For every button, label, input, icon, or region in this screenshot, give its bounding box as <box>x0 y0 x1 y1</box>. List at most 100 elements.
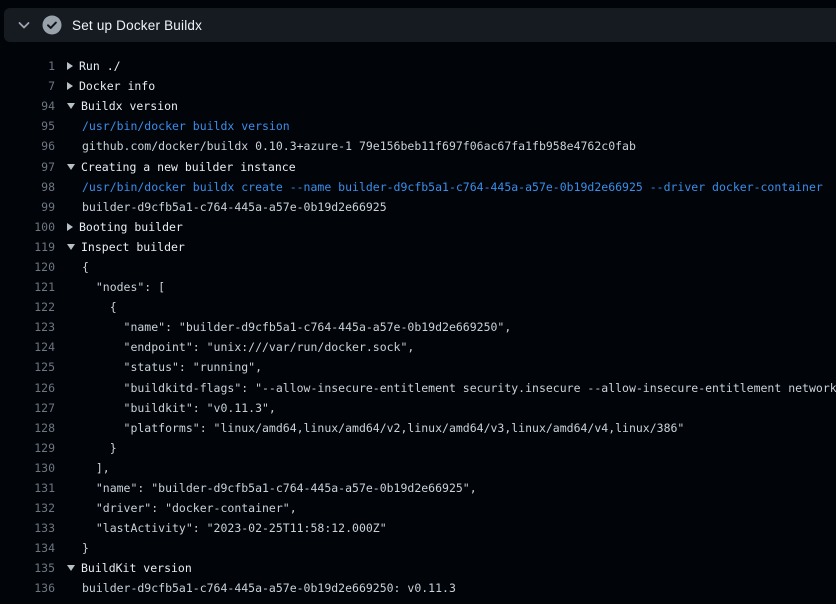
group-title: Creating a new builder instance <box>81 160 296 174</box>
log-group-toggle[interactable]: Booting builder <box>67 220 183 234</box>
line-number[interactable]: 123 <box>0 320 55 334</box>
group-title: BuildKit version <box>81 561 192 575</box>
step-title: Set up Docker Buildx <box>72 18 202 33</box>
log-line: 7 Docker info <box>0 76 836 96</box>
output-text: github.com/docker/buildx 0.10.3+azure-1 … <box>82 139 636 153</box>
actions-log-viewer: Set up Docker Buildx 1 Run ./ 7 Docker info… <box>0 0 836 604</box>
log-line: 123 "name": "builder-d9cfb5a1-c764-445a-… <box>0 317 836 337</box>
output-text: "name": "builder-d9cfb5a1-c764-445a-a57e… <box>82 481 477 495</box>
log-line: 1 Run ./ <box>0 56 836 76</box>
output-text: "platforms": "linux/amd64,linux/amd64/v2… <box>82 421 684 435</box>
output-text: builder-d9cfb5a1-c764-445a-a57e-0b19d2e6… <box>82 581 456 595</box>
line-number[interactable]: 98 <box>0 180 55 194</box>
step-header[interactable]: Set up Docker Buildx <box>4 8 836 42</box>
command-text: /usr/bin/docker buildx version <box>82 119 290 133</box>
log-line: 127 "buildkit": "v0.11.3", <box>0 398 836 418</box>
log-line: 135 BuildKit version <box>0 558 836 578</box>
group-title: Booting builder <box>79 220 183 234</box>
chevron-down-icon[interactable] <box>16 17 32 33</box>
output-text: } <box>82 541 89 555</box>
line-number[interactable]: 95 <box>0 119 55 133</box>
log-line: 122 { <box>0 297 836 317</box>
output-text: "status": "running", <box>82 360 262 374</box>
log-line: 125 "status": "running", <box>0 357 836 377</box>
log-body: 1 Run ./ 7 Docker info 94 Buildx version 95/us… <box>0 56 836 599</box>
line-number[interactable]: 133 <box>0 521 55 535</box>
output-text: "nodes": [ <box>82 280 165 294</box>
line-number[interactable]: 136 <box>0 581 55 595</box>
output-text: builder-d9cfb5a1-c764-445a-a57e-0b19d2e6… <box>82 200 387 214</box>
caret-down-icon <box>67 164 75 170</box>
log-group-toggle[interactable]: BuildKit version <box>67 561 192 575</box>
line-number[interactable]: 124 <box>0 340 55 354</box>
log-group-toggle[interactable]: Inspect builder <box>67 240 185 254</box>
command-text: /usr/bin/docker buildx create --name bui… <box>82 180 823 194</box>
log-line: 133 "lastActivity": "2023-02-25T11:58:12… <box>0 518 836 538</box>
log-group-toggle[interactable]: Run ./ <box>67 59 121 73</box>
log-line: 126 "buildkitd-flags": "--allow-insecure… <box>0 378 836 398</box>
group-title: Buildx version <box>81 99 178 113</box>
line-number[interactable]: 1 <box>0 59 55 73</box>
log-line: 136 builder-d9cfb5a1-c764-445a-a57e-0b19d… <box>0 578 836 598</box>
log-group-toggle[interactable]: Docker info <box>67 79 155 93</box>
output-text: "driver": "docker-container", <box>82 501 297 515</box>
log-line: 131 "name": "builder-d9cfb5a1-c764-445a-… <box>0 478 836 498</box>
line-number[interactable]: 128 <box>0 421 55 435</box>
log-line: 134} <box>0 538 836 558</box>
line-number[interactable]: 96 <box>0 139 55 153</box>
group-title: Inspect builder <box>81 240 185 254</box>
check-circle-icon <box>42 15 62 35</box>
line-number[interactable]: 122 <box>0 300 55 314</box>
log-line: 94 Buildx version <box>0 96 836 116</box>
log-line: 98/usr/bin/docker buildx create --name b… <box>0 177 836 197</box>
line-number[interactable]: 100 <box>0 220 55 234</box>
line-number[interactable]: 119 <box>0 240 55 254</box>
line-number[interactable]: 97 <box>0 160 55 174</box>
log-line: 95/usr/bin/docker buildx version <box>0 116 836 136</box>
group-title: Docker info <box>79 79 155 93</box>
line-number[interactable]: 120 <box>0 260 55 274</box>
log-group-toggle[interactable]: Creating a new builder instance <box>67 160 296 174</box>
line-number[interactable]: 134 <box>0 541 55 555</box>
line-number[interactable]: 132 <box>0 501 55 515</box>
line-number[interactable]: 131 <box>0 481 55 495</box>
log-line: 130 ], <box>0 458 836 478</box>
line-number[interactable]: 94 <box>0 99 55 113</box>
log-line: 100 Booting builder <box>0 217 836 237</box>
line-number[interactable]: 7 <box>0 79 55 93</box>
line-number[interactable]: 126 <box>0 381 55 395</box>
output-text: "endpoint": "unix:///var/run/docker.sock… <box>82 340 414 354</box>
line-number[interactable]: 127 <box>0 401 55 415</box>
log-line: 121 "nodes": [ <box>0 277 836 297</box>
output-text: { <box>82 260 89 274</box>
output-text: "buildkit": "v0.11.3", <box>82 401 276 415</box>
caret-right-icon <box>67 82 73 90</box>
log-line: 96 github.com/docker/buildx 0.10.3+azure-… <box>0 136 836 156</box>
caret-right-icon <box>67 223 73 231</box>
output-text: { <box>82 300 117 314</box>
line-number[interactable]: 130 <box>0 461 55 475</box>
line-number[interactable]: 125 <box>0 360 55 374</box>
log-line: 124 "endpoint": "unix:///var/run/docker.… <box>0 337 836 357</box>
log-line: 97 Creating a new builder instance <box>0 156 836 176</box>
output-text: "buildkitd-flags": "--allow-insecure-ent… <box>82 381 836 395</box>
log-line: 128 "platforms": "linux/amd64,linux/amd6… <box>0 418 836 438</box>
caret-right-icon <box>67 62 73 70</box>
line-number[interactable]: 99 <box>0 200 55 214</box>
caret-down-icon <box>67 565 75 571</box>
line-number[interactable]: 121 <box>0 280 55 294</box>
output-text: "name": "builder-d9cfb5a1-c764-445a-a57e… <box>82 320 511 334</box>
caret-down-icon <box>67 103 75 109</box>
output-text: } <box>82 441 117 455</box>
log-line: 129 } <box>0 438 836 458</box>
group-title: Run ./ <box>79 59 121 73</box>
output-text: ], <box>82 461 110 475</box>
line-number[interactable]: 129 <box>0 441 55 455</box>
log-line: 120 { <box>0 257 836 277</box>
line-number[interactable]: 135 <box>0 561 55 575</box>
output-text: "lastActivity": "2023-02-25T11:58:12.000… <box>82 521 387 535</box>
caret-down-icon <box>67 244 75 250</box>
log-line: 99 builder-d9cfb5a1-c764-445a-a57e-0b19d2… <box>0 197 836 217</box>
log-line: 132 "driver": "docker-container", <box>0 498 836 518</box>
log-group-toggle[interactable]: Buildx version <box>67 99 178 113</box>
